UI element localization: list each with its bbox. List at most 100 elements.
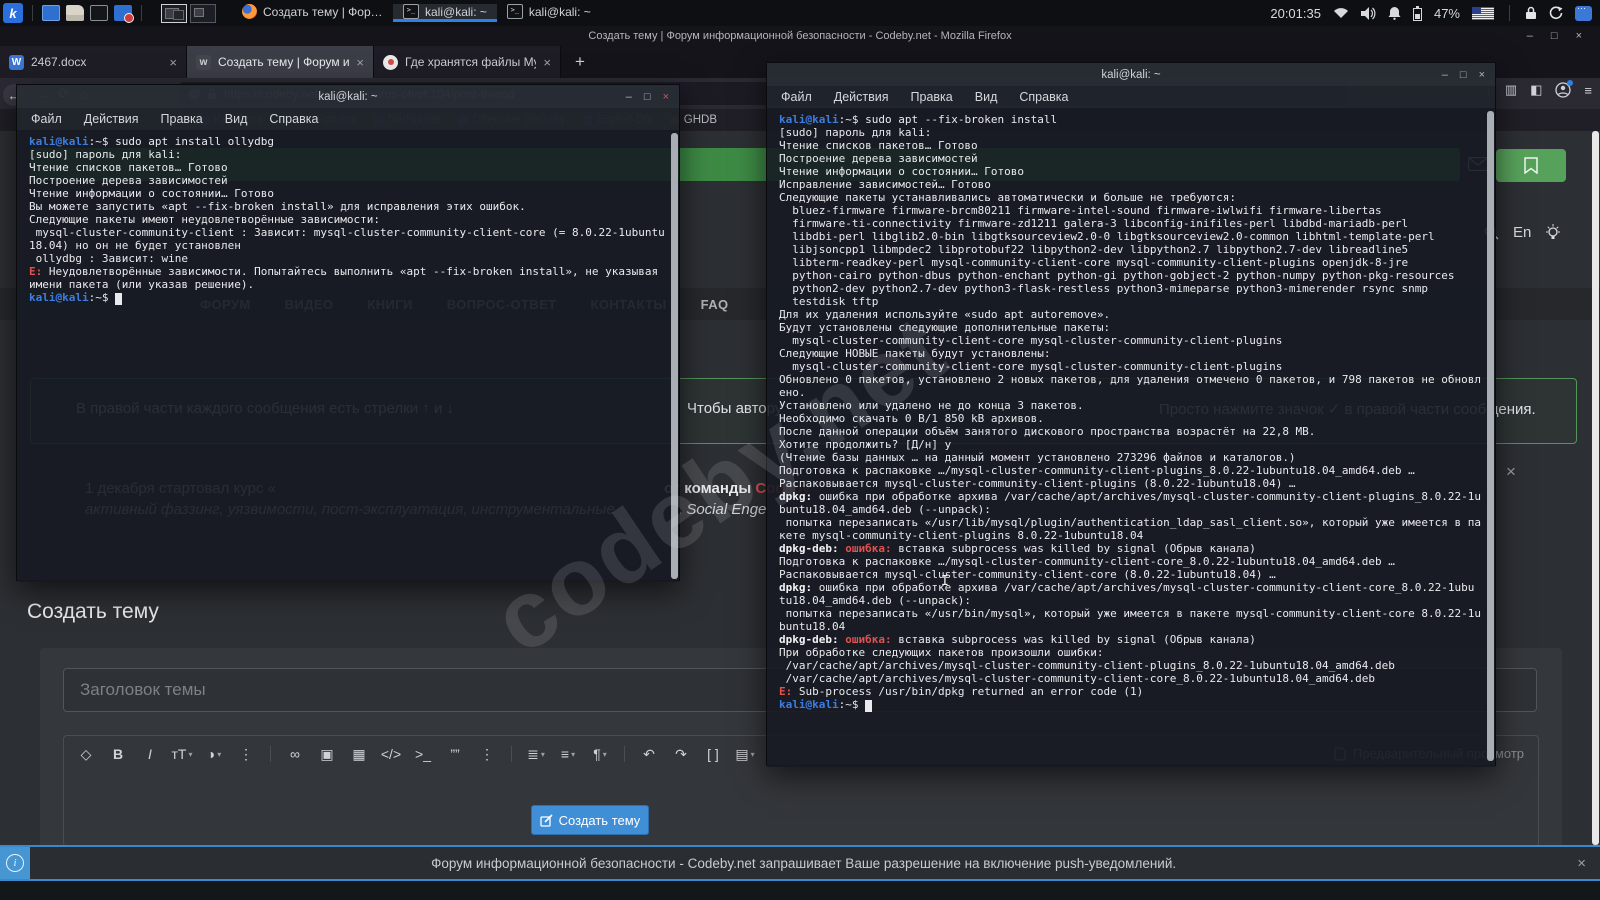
terminal-snippet-icon[interactable]: >_ [409, 743, 437, 765]
account-icon[interactable] [1555, 82, 1571, 98]
firefox-titlebar[interactable]: Создать тему | Форум информационной безо… [0, 26, 1600, 46]
sidebar-icon[interactable]: ◧ [1530, 82, 1542, 98]
terminal-output[interactable]: kali@kali:~$ sudo apt install ollydbg[su… [17, 130, 679, 582]
minimize-icon[interactable]: – [1527, 30, 1533, 42]
library-icon[interactable]: ▥ [1505, 82, 1517, 98]
maximize-icon[interactable]: □ [1551, 30, 1558, 42]
menu-icon[interactable]: ≡ [1584, 83, 1592, 98]
font-size-icon[interactable]: тT▾ [168, 743, 196, 765]
announcement-close-icon[interactable]: × [1506, 462, 1516, 482]
workspace-1[interactable] [161, 4, 187, 23]
terminal-titlebar[interactable]: kali@kali: ~ – □ × [17, 85, 679, 108]
terminal-window-left[interactable]: kali@kali: ~ – □ × Файл Действия Правка Вид… [16, 84, 680, 581]
notification-close-icon[interactable]: × [1577, 855, 1600, 872]
terminal-app-icon[interactable] [90, 5, 108, 21]
terminal-menu-item[interactable]: Файл [781, 90, 812, 104]
terminal-menubar: Файл Действия Правка Вид Справка [767, 86, 1495, 108]
browser-tab[interactable]: wСоздать тему | Форум ин× [187, 46, 374, 78]
terminal-line: bluez-firmware firmware-brcm80211 firmwa… [779, 204, 1481, 217]
terminal-icon: >_ [403, 4, 419, 19]
page-title: Создать тему [27, 600, 159, 624]
workspace-switcher[interactable] [161, 4, 216, 23]
browser-tab[interactable]: Где хранятся файлы My× [374, 46, 561, 78]
new-tab-button[interactable]: + [561, 52, 599, 72]
account-badge [1567, 80, 1573, 86]
drafts-icon[interactable]: ▤▾ [731, 743, 759, 765]
maximize-icon[interactable]: □ [644, 91, 651, 103]
terminal-line: Чтение информации о состоянии… Готово [779, 165, 1481, 178]
list-icon[interactable]: ≣▾ [522, 743, 550, 765]
undo-icon[interactable]: ↶ [635, 743, 663, 765]
screen-lock-icon[interactable] [1525, 6, 1537, 20]
maximize-icon[interactable]: □ [1460, 69, 1467, 81]
screenshot-app-icon[interactable] [114, 5, 132, 21]
redo-icon[interactable]: ↷ [667, 743, 695, 765]
kali-menu-icon[interactable]: k [3, 3, 23, 23]
align-icon[interactable]: ≡▾ [554, 743, 582, 765]
more-options2-icon[interactable]: ⋮ [473, 743, 501, 765]
files-icon[interactable] [66, 5, 84, 21]
terminal-line: ollydbg : Зависит: wine [29, 252, 665, 265]
paragraph-icon[interactable]: ¶▾ [586, 743, 614, 765]
tab-close-icon[interactable]: × [356, 55, 364, 70]
minimize-icon[interactable]: – [1442, 69, 1448, 81]
terminal-menu-item[interactable]: Действия [834, 90, 889, 104]
taskbar-window-button[interactable]: >_kali@kali: ~ [393, 4, 497, 22]
terminal-scrollbar[interactable] [671, 133, 678, 579]
volume-icon[interactable] [1361, 7, 1376, 20]
site-nav-item[interactable]: FAQ [701, 297, 729, 312]
subscribe-button[interactable] [1496, 149, 1566, 182]
table-icon[interactable]: ▦ [345, 743, 373, 765]
terminal-menu-item[interactable]: Справка [1019, 90, 1068, 104]
code-icon[interactable]: </> [377, 743, 405, 765]
wifi-icon[interactable] [1333, 7, 1349, 19]
chat-icon[interactable] [1575, 6, 1592, 21]
italic-icon[interactable]: I [136, 743, 164, 765]
battery-icon[interactable] [1413, 6, 1422, 21]
remove-format-icon[interactable]: ◇ [72, 743, 100, 765]
notifications-icon[interactable] [1388, 6, 1401, 20]
tab-close-icon[interactable]: × [543, 55, 551, 70]
terminal-menu-item[interactable]: Вид [975, 90, 998, 104]
chevron-down-icon: ▾ [603, 750, 607, 759]
minimize-icon[interactable]: – [626, 91, 632, 103]
terminal-output[interactable]: kali@kali:~$ sudo apt --fix-broken insta… [767, 108, 1495, 767]
terminal-line: kali@kali:~$ sudo apt install ollydbg [29, 135, 665, 148]
close-icon[interactable]: × [663, 91, 669, 103]
terminal-menu-item[interactable]: Файл [31, 112, 62, 126]
bold-icon[interactable]: B [104, 743, 132, 765]
terminal-menu-item[interactable]: Правка [911, 90, 953, 104]
tab-close-icon[interactable]: × [169, 55, 177, 70]
taskbar-window-button[interactable]: >_kali@kali: ~ [497, 4, 601, 22]
text-color-icon[interactable]: ◑▾ [200, 743, 228, 765]
terminal-menu-item[interactable]: Справка [269, 112, 318, 126]
browser-tab[interactable]: W2467.docx× [0, 46, 187, 78]
taskbar-window-button[interactable]: Создать тему | Форум и… [232, 4, 393, 22]
terminal-menu-item[interactable]: Действия [84, 112, 139, 126]
terminal-line: Будут установлены следующие дополнительн… [779, 321, 1481, 334]
app-blue-icon[interactable] [42, 5, 60, 21]
close-icon[interactable]: × [1576, 30, 1582, 42]
chevron-down-icon: ▾ [541, 750, 545, 759]
panel-clock[interactable]: 20:01:35 [1270, 6, 1321, 21]
terminal-line: Построение дерева зависимостей [779, 152, 1481, 165]
terminal-menu-item[interactable]: Вид [225, 112, 248, 126]
keyboard-layout-us-flag[interactable] [1472, 7, 1494, 20]
terminal-window-right[interactable]: kali@kali: ~ – □ × Файл Действия Правка Вид… [766, 62, 1496, 766]
theme-lightbulb-icon[interactable] [1545, 224, 1561, 241]
logout-icon[interactable] [1549, 6, 1563, 20]
image-icon[interactable]: ▣ [313, 743, 341, 765]
terminal-titlebar[interactable]: kali@kali: ~ – □ × [767, 63, 1495, 86]
link-icon[interactable]: ∞ [281, 743, 309, 765]
language-toggle[interactable]: En [1513, 224, 1531, 241]
page-scrollbar[interactable] [1592, 131, 1599, 845]
terminal-menu-item[interactable]: Правка [161, 112, 203, 126]
close-icon[interactable]: × [1479, 69, 1485, 81]
create-topic-button[interactable]: Создать тему [531, 805, 649, 835]
terminal-scrollbar[interactable] [1487, 111, 1494, 761]
quote-icon[interactable]: ”” [441, 743, 469, 765]
mouse-cursor-ibeam: I [941, 574, 949, 589]
brackets-icon[interactable]: [ ] [699, 743, 727, 765]
more-options-icon[interactable]: ⋮ [232, 743, 260, 765]
workspace-2[interactable] [190, 4, 216, 23]
